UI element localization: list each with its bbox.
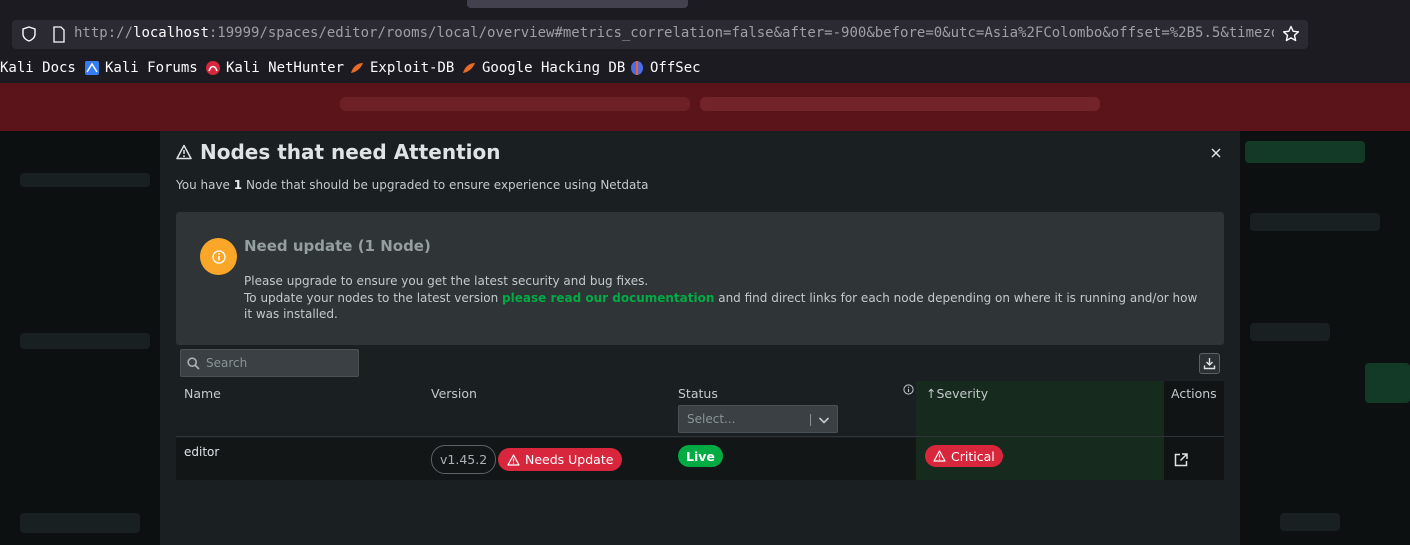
download-icon (1203, 358, 1216, 370)
needs-update-badge: Needs Update (498, 448, 623, 471)
column-header-version[interactable]: Version (431, 386, 477, 401)
bookmark-label: Kali NetHunter (226, 60, 345, 76)
column-header-name[interactable]: Name (184, 386, 221, 401)
backdrop-block (20, 333, 150, 349)
column-header-severity[interactable]: ↑Severity (926, 386, 988, 401)
backdrop-block (1250, 323, 1330, 341)
bookmark-kali-docs[interactable]: Kali Docs (0, 60, 76, 76)
offsec-icon (631, 61, 643, 75)
select-separator (810, 414, 811, 426)
status-filter-select[interactable]: Select... (678, 405, 838, 433)
bookmark-kali-nethunter[interactable]: Kali NetHunter (205, 60, 344, 76)
modal-title: Nodes that need Attention (200, 140, 501, 164)
bookmark-label: Google Hacking DB (482, 60, 626, 76)
update-info-box: Need update (1 Node) Please upgrade to e… (176, 212, 1224, 345)
active-tab[interactable] (467, 0, 688, 8)
table-row[interactable]: editor v1.45.2 Needs Update Live Critica… (176, 438, 1224, 480)
info-line-2: To update your nodes to the latest versi… (244, 291, 1198, 321)
nethunter-icon (206, 61, 220, 75)
banner-blur (700, 97, 1100, 111)
nodes-table: Name Version Status ↑Severity Actions Se… (176, 381, 1224, 481)
bookmark-label: OffSec (650, 60, 701, 76)
page-icon (53, 26, 65, 43)
chevron-down-icon[interactable] (817, 413, 831, 427)
bookmark-offsec[interactable]: OffSec (629, 60, 701, 76)
bookmark-label: Exploit-DB (370, 60, 455, 76)
tab-strip (0, 0, 1410, 14)
bookmark-google-hacking-db[interactable]: Google Hacking DB (461, 60, 625, 76)
shield-icon[interactable] (21, 26, 37, 42)
alert-banner (0, 83, 1410, 131)
table-header: Name Version Status ↑Severity Actions Se… (176, 381, 1224, 437)
external-link-icon[interactable] (1173, 452, 1189, 468)
warning-icon (176, 144, 192, 160)
backdrop-block (1365, 363, 1410, 403)
backdrop-block (20, 513, 140, 533)
info-badge (200, 238, 237, 275)
search-box[interactable] (180, 349, 359, 377)
modal-header: Nodes that need Attention (176, 140, 501, 164)
status-info-icon[interactable] (903, 384, 914, 395)
sort-ascending-icon: ↑ (926, 386, 937, 401)
warning-icon (933, 450, 946, 462)
warning-icon (507, 453, 520, 466)
banner-blur (340, 97, 690, 111)
backdrop-block (1245, 141, 1365, 163)
info-icon (211, 249, 226, 264)
url-text[interactable]: http://localhost:19999/spaces/editor/roo… (74, 25, 1274, 41)
backdrop-block (20, 173, 150, 187)
kali-forums-icon (85, 61, 99, 75)
backdrop-block (1250, 213, 1380, 231)
download-button[interactable] (1199, 353, 1220, 374)
bookmark-label: Kali Forums (105, 60, 198, 76)
status-badge: Live (678, 445, 723, 467)
search-input[interactable] (206, 356, 346, 370)
needs-update-label: Needs Update (525, 452, 614, 467)
status-filter-placeholder: Select... (687, 412, 736, 426)
column-header-actions: Actions (1171, 386, 1217, 401)
search-icon (187, 356, 200, 370)
bookmark-star-icon[interactable] (1282, 25, 1300, 43)
severity-badge: Critical (925, 445, 1003, 467)
documentation-link[interactable]: please read our documentation (502, 291, 714, 305)
severity-label: Critical (951, 448, 995, 464)
bookmark-exploit-db[interactable]: Exploit-DB (349, 60, 454, 76)
version-pill: v1.45.2 (431, 445, 497, 474)
exploitdb-icon (351, 63, 363, 73)
info-heading: Need update (1 Node) (244, 237, 431, 255)
nodes-attention-modal: Nodes that need Attention You have 1 Nod… (160, 131, 1240, 545)
ghdb-icon (463, 63, 475, 73)
backdrop-block (1280, 513, 1340, 531)
bookmark-kali-forums[interactable]: Kali Forums (84, 60, 198, 76)
column-header-status[interactable]: Status (678, 386, 718, 401)
url-bar[interactable]: http://localhost:19999/spaces/editor/roo… (12, 20, 1308, 49)
close-icon[interactable] (1209, 146, 1223, 160)
bookmarks-bar: Kali Docs Kali Forums Kali NetHunter Exp… (0, 56, 1410, 82)
node-name[interactable]: editor (184, 445, 219, 459)
modal-subtitle: You have 1 Node that should be upgraded … (176, 178, 649, 192)
info-line-1: Please upgrade to ensure you get the lat… (244, 274, 649, 288)
bookmark-label: Kali Docs (0, 60, 76, 76)
